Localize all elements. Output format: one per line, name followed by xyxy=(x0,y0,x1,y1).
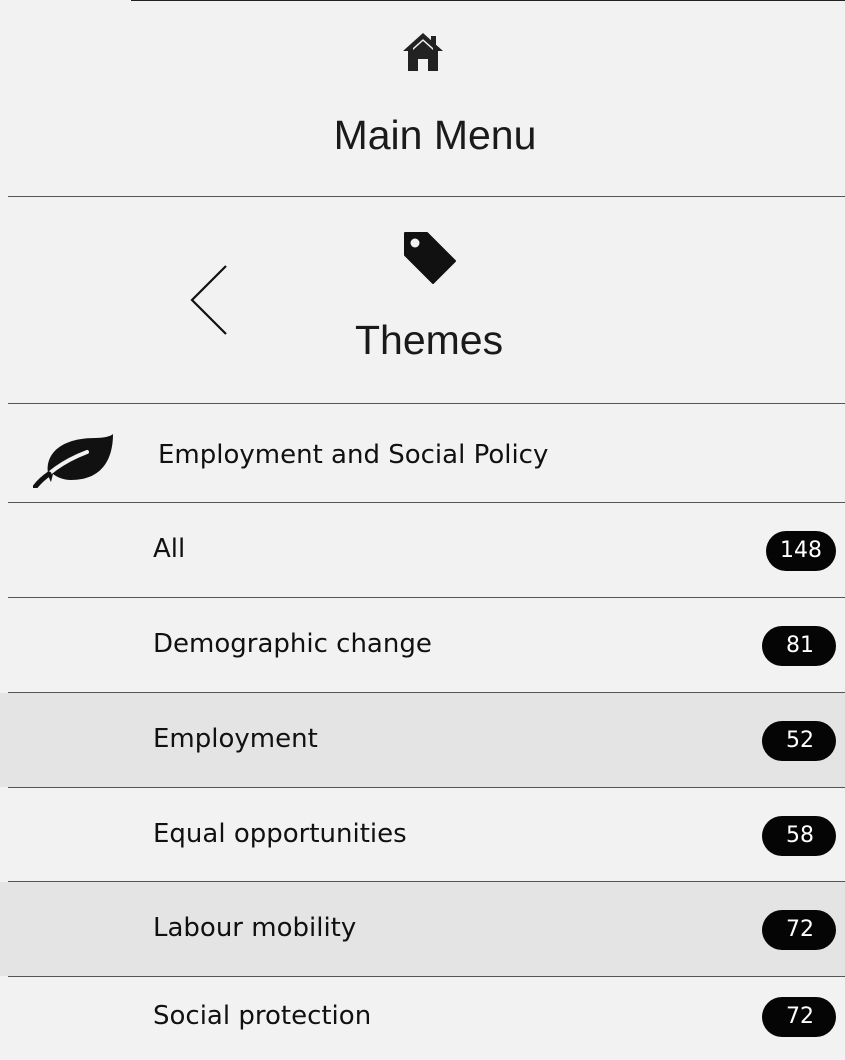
count-badge: 52 xyxy=(762,721,836,761)
theme-item-labour-mobility[interactable]: Labour mobility 72 xyxy=(0,882,845,976)
theme-item-label: Demographic change xyxy=(153,629,432,659)
count-badge: 72 xyxy=(762,910,836,950)
category-label: Employment and Social Policy xyxy=(158,440,549,470)
theme-item-label: Employment xyxy=(153,724,318,754)
theme-item-social-protection[interactable]: Social protection 72 xyxy=(0,977,845,1060)
chevron-left-icon[interactable] xyxy=(184,263,234,337)
themes-header: Themes xyxy=(0,197,845,403)
themes-menu-page: Main Menu Themes Employment and Social P… xyxy=(0,0,845,1060)
tag-icon xyxy=(404,232,456,284)
theme-item-demographic-change[interactable]: Demographic change 81 xyxy=(0,598,845,692)
theme-item-label: All xyxy=(153,534,186,564)
category-row: Employment and Social Policy xyxy=(0,404,845,502)
count-badge: 148 xyxy=(766,531,836,571)
main-menu-label: Main Menu xyxy=(333,112,537,158)
count-badge: 81 xyxy=(762,626,836,666)
theme-item-all[interactable]: All 148 xyxy=(0,503,845,597)
main-menu-button[interactable]: Main Menu xyxy=(0,0,845,196)
theme-item-label: Equal opportunities xyxy=(153,819,407,849)
count-badge: 58 xyxy=(762,816,836,856)
count-badge: 72 xyxy=(762,997,836,1037)
theme-item-equal-opportunities[interactable]: Equal opportunities 58 xyxy=(0,788,845,882)
theme-item-label: Labour mobility xyxy=(153,913,357,943)
leaf-icon xyxy=(33,434,113,488)
home-icon xyxy=(403,33,443,71)
theme-item-label: Social protection xyxy=(153,1001,372,1031)
themes-title: Themes xyxy=(355,317,504,363)
theme-item-employment[interactable]: Employment 52 xyxy=(0,693,845,787)
